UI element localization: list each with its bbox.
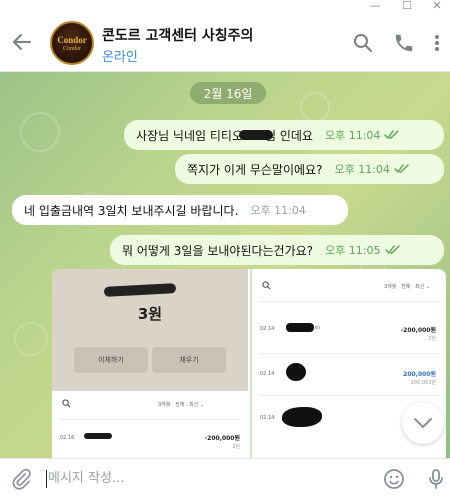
message-composer: [0, 458, 450, 496]
message-text: 사장님 닉네임 티티오: [136, 128, 243, 143]
search-icon: [354, 34, 372, 52]
maximize-button[interactable]: ☐: [392, 0, 422, 12]
close-window-button[interactable]: ✕: [422, 0, 450, 12]
background-pattern: [300, 92, 330, 122]
message-text: 네 입출금내역 3일치 보내주시길 바랍니다.: [24, 203, 239, 218]
chat-title[interactable]: 콘도르 고객센터 사칭주의: [102, 25, 253, 45]
call-button[interactable]: [393, 32, 415, 54]
row-balance: 3원: [428, 336, 436, 342]
read-checks-icon: [394, 164, 409, 173]
redaction-mark: [282, 407, 322, 427]
chat-status: 온라인: [102, 50, 138, 65]
row-date: 02.14: [260, 415, 275, 421]
message-input[interactable]: [48, 467, 348, 489]
redaction-mark: [84, 433, 112, 439]
message-time: 오후 11:05: [325, 244, 381, 257]
row-date: 02.14: [260, 371, 275, 377]
row-balance: 200,003원: [410, 380, 436, 386]
minimize-button[interactable]: —: [360, 0, 390, 12]
row-date: 02.14: [260, 326, 275, 332]
back-button[interactable]: [10, 30, 34, 54]
message-time: 오후 11:04: [250, 204, 306, 217]
phone-icon: [395, 34, 413, 52]
avatar-logo-subtext: Condor: [63, 45, 81, 52]
message-bubble-outgoing[interactable]: 사장님 닉네임 티티오 님 인데요 오후 11:04: [124, 120, 444, 150]
row-amount: 200,000원: [403, 371, 436, 378]
minimize-icon: —: [369, 0, 381, 12]
balance-amount: 3원: [137, 305, 163, 323]
transfer-button: 이체하기: [74, 347, 148, 373]
paperclip-icon: [12, 468, 31, 490]
message-bubble-outgoing[interactable]: 쪽지가 이게 무슨말이에요? 오후 11:04: [175, 154, 444, 184]
divider: [260, 353, 440, 354]
date-separator: 2월 16일: [190, 82, 266, 104]
chat-area[interactable]: 2월 16일 사장님 닉네임 티티오 님 인데요 오후 11:04 쪽지가 이게…: [0, 72, 450, 458]
maximize-icon: ☐: [402, 0, 412, 12]
emoji-icon: [384, 469, 404, 489]
divider: [260, 395, 440, 396]
fill-button: 채우기: [152, 347, 226, 373]
attach-button[interactable]: [10, 468, 32, 490]
transaction-list: 3개월 · 전체 · 최신 ⌄ 02.16 -200,000원 3원: [52, 391, 248, 458]
microphone-icon: [429, 469, 443, 489]
more-vert-icon: [435, 35, 439, 51]
filter-label: 3개월 · 전체 · 최신 ⌄: [158, 402, 205, 408]
voice-message-button[interactable]: [424, 467, 448, 491]
message-text: 님 인데요: [265, 128, 313, 143]
row-name-tail: e): [315, 325, 321, 331]
message-bubble-incoming[interactable]: 네 입출금내역 3일치 보내주시길 바랍니다. 오후 11:04: [12, 195, 348, 225]
divider: [260, 301, 440, 302]
more-menu-button[interactable]: [426, 32, 448, 54]
emoji-button[interactable]: [382, 467, 406, 491]
close-icon: ✕: [432, 0, 442, 12]
avatar-logo-text: Condor: [57, 34, 87, 45]
chat-header: Condor Condor 콘도르 고객센터 사칭주의 온라인: [0, 14, 450, 72]
search-button[interactable]: [352, 32, 374, 54]
row-amount: -200,000원: [204, 435, 240, 442]
redaction-mark: [286, 363, 306, 381]
read-checks-icon: [384, 245, 400, 254]
scroll-to-bottom-button[interactable]: [402, 402, 444, 444]
background-pattern: [14, 322, 48, 356]
message-text: 쪽지가 이게 무슨말이에요?: [187, 162, 323, 177]
background-pattern: [20, 112, 60, 152]
image-message[interactable]: 3원 이체하기 채우기 3개월 · 전체 · 최신 ⌄ 02.16 -200,0…: [52, 269, 446, 458]
screenshot-image-left[interactable]: 3원 이체하기 채우기 3개월 · 전체 · 최신 ⌄ 02.16 -200,0…: [52, 269, 248, 458]
message-text: 뭐 어떻게 3일을 보내야된다는건가요?: [122, 243, 314, 258]
message-time: 오후 11:04: [324, 129, 381, 142]
search-icon: [62, 399, 71, 408]
back-arrow-icon: [13, 34, 31, 50]
row-date: 02.16: [60, 435, 75, 441]
text-caret: [46, 470, 47, 488]
message-bubble-outgoing[interactable]: 뭐 어떻게 3일을 보내야된다는건가요? 오후 11:05: [110, 235, 444, 265]
row-balance: 3원: [232, 444, 240, 450]
divider: [60, 419, 240, 420]
redaction-mark: [286, 323, 314, 332]
redaction-mark: [103, 283, 177, 297]
filter-label: 3개월 · 전체 · 최신 ⌄: [384, 284, 431, 290]
row-amount: -200,000원: [400, 327, 436, 334]
chevron-down-icon: [414, 418, 432, 428]
read-checks-icon: [384, 130, 400, 139]
window-titlebar: — ☐ ✕: [0, 0, 450, 14]
search-icon: [262, 281, 271, 290]
message-time: 오후 11:04: [334, 163, 390, 176]
avatar[interactable]: Condor Condor: [50, 21, 94, 65]
